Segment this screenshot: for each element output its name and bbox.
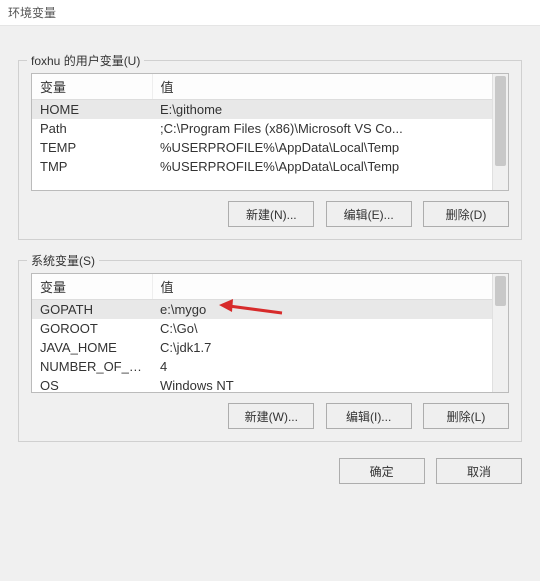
cell-value: E:\githome bbox=[152, 100, 508, 120]
table-row[interactable]: OS Windows NT bbox=[32, 376, 508, 393]
dialog-content: foxhu 的用户变量(U) 变量 值 HOME E:\githome Path bbox=[0, 26, 540, 442]
cell-name: HOME bbox=[32, 100, 152, 120]
cell-name: NUMBER_OF_PR... bbox=[32, 357, 152, 376]
cell-name: GOROOT bbox=[32, 319, 152, 338]
col-header-name[interactable]: 变量 bbox=[32, 274, 152, 300]
table-row[interactable]: NUMBER_OF_PR... 4 bbox=[32, 357, 508, 376]
table-row[interactable]: TMP %USERPROFILE%\AppData\Local\Temp bbox=[32, 157, 508, 176]
cell-value: %USERPROFILE%\AppData\Local\Temp bbox=[152, 138, 508, 157]
scrollbar-thumb[interactable] bbox=[495, 276, 506, 306]
col-header-value[interactable]: 值 bbox=[152, 74, 508, 100]
cell-name: TMP bbox=[32, 157, 152, 176]
new-system-var-button[interactable]: 新建(W)... bbox=[228, 403, 314, 429]
table-row[interactable]: GOROOT C:\Go\ bbox=[32, 319, 508, 338]
cell-name: OS bbox=[32, 376, 152, 393]
new-user-var-button[interactable]: 新建(N)... bbox=[228, 201, 314, 227]
cell-value: Windows NT bbox=[152, 376, 508, 393]
table-row[interactable]: GOPATH e:\mygo bbox=[32, 300, 508, 320]
user-vars-table[interactable]: 变量 值 HOME E:\githome Path ;C:\Program Fi… bbox=[32, 74, 508, 176]
delete-system-var-button[interactable]: 删除(L) bbox=[423, 403, 509, 429]
cell-value: e:\mygo bbox=[152, 300, 508, 320]
system-vars-table-wrap: 变量 值 GOPATH e:\mygo GOROOT C:\Go\ JAVA_H… bbox=[31, 273, 509, 393]
cell-name: Path bbox=[32, 119, 152, 138]
window-title-bar: 环境变量 bbox=[0, 0, 540, 26]
cell-value: C:\Go\ bbox=[152, 319, 508, 338]
system-vars-label: 系统变量(S) bbox=[27, 252, 99, 269]
user-vars-table-wrap: 变量 值 HOME E:\githome Path ;C:\Program Fi… bbox=[31, 73, 509, 191]
cell-name: JAVA_HOME bbox=[32, 338, 152, 357]
system-vars-table[interactable]: 变量 值 GOPATH e:\mygo GOROOT C:\Go\ JAVA_H… bbox=[32, 274, 508, 393]
edit-user-var-button[interactable]: 编辑(E)... bbox=[326, 201, 412, 227]
cell-value: 4 bbox=[152, 357, 508, 376]
col-header-value[interactable]: 值 bbox=[152, 274, 508, 300]
user-vars-group: foxhu 的用户变量(U) 变量 值 HOME E:\githome Path bbox=[18, 60, 522, 240]
col-header-name[interactable]: 变量 bbox=[32, 74, 152, 100]
table-row[interactable]: HOME E:\githome bbox=[32, 100, 508, 120]
table-header-row: 变量 值 bbox=[32, 274, 508, 300]
cell-name: GOPATH bbox=[32, 300, 152, 320]
edit-system-var-button[interactable]: 编辑(I)... bbox=[326, 403, 412, 429]
cell-value: %USERPROFILE%\AppData\Local\Temp bbox=[152, 157, 508, 176]
window-title: 环境变量 bbox=[8, 6, 56, 20]
system-vars-buttons: 新建(W)... 编辑(I)... 删除(L) bbox=[31, 403, 509, 429]
table-row[interactable]: JAVA_HOME C:\jdk1.7 bbox=[32, 338, 508, 357]
table-header-row: 变量 值 bbox=[32, 74, 508, 100]
dialog-buttons: 确定 取消 bbox=[0, 442, 540, 500]
ok-button[interactable]: 确定 bbox=[339, 458, 425, 484]
delete-user-var-button[interactable]: 删除(D) bbox=[423, 201, 509, 227]
scrollbar[interactable] bbox=[492, 74, 508, 190]
scrollbar-thumb[interactable] bbox=[495, 76, 506, 166]
system-vars-group: 系统变量(S) 变量 值 GOPATH e:\mygo GOROOT bbox=[18, 260, 522, 442]
cell-name: TEMP bbox=[32, 138, 152, 157]
scrollbar[interactable] bbox=[492, 274, 508, 392]
table-row[interactable]: Path ;C:\Program Files (x86)\Microsoft V… bbox=[32, 119, 508, 138]
cell-value: C:\jdk1.7 bbox=[152, 338, 508, 357]
user-vars-buttons: 新建(N)... 编辑(E)... 删除(D) bbox=[31, 201, 509, 227]
table-row[interactable]: TEMP %USERPROFILE%\AppData\Local\Temp bbox=[32, 138, 508, 157]
cell-value: ;C:\Program Files (x86)\Microsoft VS Co.… bbox=[152, 119, 508, 138]
cancel-button[interactable]: 取消 bbox=[436, 458, 522, 484]
user-vars-label: foxhu 的用户变量(U) bbox=[27, 52, 144, 69]
